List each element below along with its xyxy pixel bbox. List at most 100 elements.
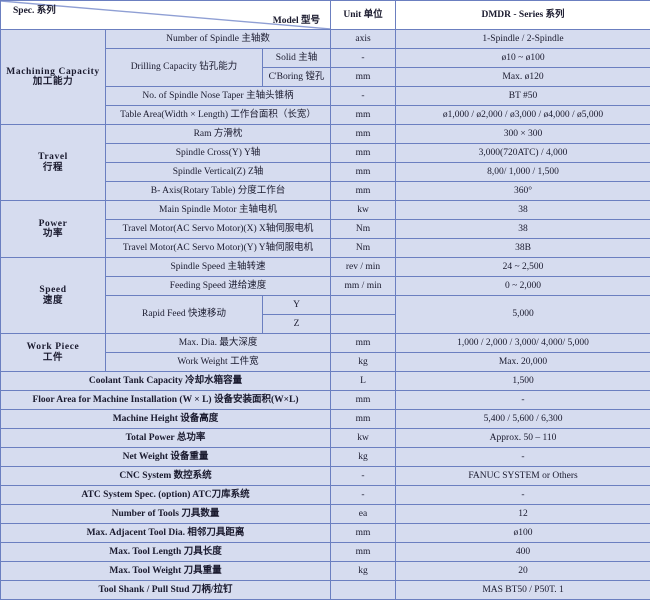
table-row: Tool Shank / Pull Stud 刀柄/拉钉 MAS BT50 / … xyxy=(1,581,650,600)
header-spec-model-cell: Spec. 系列 Model 型号 xyxy=(1,1,331,30)
row-item-label: Max. Tool Weight 刀具重量 xyxy=(1,562,331,581)
row-item-label: Machine Height 设备高度 xyxy=(1,410,331,429)
row-value: 360° xyxy=(396,182,650,201)
row-item-label: Number of Tools 刀具数量 xyxy=(1,505,331,524)
row-unit: mm / min xyxy=(331,277,396,296)
row-unit: kg xyxy=(331,353,396,372)
table-row: Number of Tools 刀具数量 ea 12 xyxy=(1,505,650,524)
row-unit: L xyxy=(331,372,396,391)
row-subitem-label: C'Boring 镗孔 xyxy=(263,68,331,87)
row-unit: mm xyxy=(331,106,396,125)
group-label-cn: 功率 xyxy=(1,229,105,239)
row-value: 1,500 xyxy=(396,372,650,391)
table-row: CNC System 数控系统 - FANUC SYSTEM or Others xyxy=(1,467,650,486)
row-unit: Nm xyxy=(331,239,396,258)
table-row: Max. Tool Length 刀具长度 mm 400 xyxy=(1,543,650,562)
table-row: Floor Area for Machine Installation (W ×… xyxy=(1,391,650,410)
table-row: Travel 行程 Ram 方滑枕 mm 300 × 300 xyxy=(1,125,650,144)
row-item-label: Total Power 总功率 xyxy=(1,429,331,448)
table-row: Machine Height 设备高度 mm 5,400 / 5,600 / 6… xyxy=(1,410,650,429)
row-value: Max. ø120 xyxy=(396,68,650,87)
header-series-label: DMDR - Series 系列 xyxy=(396,1,650,30)
row-value: ø10 ~ ø100 xyxy=(396,49,650,68)
row-value: 38 xyxy=(396,201,650,220)
row-value: Approx. 50 – 110 xyxy=(396,429,650,448)
row-item-label: Max. Adjacent Tool Dia. 相邻刀具距离 xyxy=(1,524,331,543)
table-row: Max. Adjacent Tool Dia. 相邻刀具距离 mm ø100 xyxy=(1,524,650,543)
table-row: ATC System Spec. (option) ATC刀库系统 - - xyxy=(1,486,650,505)
table-row: Max. Tool Weight 刀具重量 kg 20 xyxy=(1,562,650,581)
row-unit: - xyxy=(331,486,396,505)
row-unit: axis xyxy=(331,30,396,49)
row-subitem-label: Solid 主轴 xyxy=(263,49,331,68)
row-value: 24 ~ 2,500 xyxy=(396,258,650,277)
row-item-label: Coolant Tank Capacity 冷却水箱容量 xyxy=(1,372,331,391)
row-unit: kg xyxy=(331,448,396,467)
row-item-label: B- Axis(Rotary Table) 分度工作台 xyxy=(106,182,331,201)
row-unit: - xyxy=(331,87,396,106)
row-unit: kg xyxy=(331,562,396,581)
row-unit: kw xyxy=(331,201,396,220)
row-unit: - xyxy=(331,467,396,486)
row-value: BT #50 xyxy=(396,87,650,106)
row-subitem-label-z-axis: Z xyxy=(263,315,331,334)
table-row: Net Weight 设备重量 kg - xyxy=(1,448,650,467)
row-unit: kw xyxy=(331,429,396,448)
row-unit: mm xyxy=(331,524,396,543)
group-label-en: Work Piece xyxy=(1,342,105,352)
row-item-label: CNC System 数控系统 xyxy=(1,467,331,486)
row-unit xyxy=(331,315,396,334)
row-value: Max. 20,000 xyxy=(396,353,650,372)
row-item-label: Number of Spindle 主轴数 xyxy=(106,30,331,49)
row-unit: mm xyxy=(331,410,396,429)
table-row: Coolant Tank Capacity 冷却水箱容量 L 1,500 xyxy=(1,372,650,391)
row-unit: mm xyxy=(331,391,396,410)
row-item-label: Rapid Feed 快速移动 xyxy=(106,296,263,334)
group-label-machining-capacity: Machining Capacity 加工能力 xyxy=(1,30,106,125)
group-label-cn: 行程 xyxy=(1,163,105,173)
group-label-work-piece: Work Piece 工件 xyxy=(1,334,106,372)
row-item-label: Travel Motor(AC Servo Motor)(X) X轴伺服电机 xyxy=(106,220,331,239)
row-unit: mm xyxy=(331,182,396,201)
group-label-cn: 加工能力 xyxy=(1,77,105,87)
row-item-label: Floor Area for Machine Installation (W ×… xyxy=(1,391,331,410)
group-label-cn: 速度 xyxy=(1,296,105,306)
row-value: - xyxy=(396,486,650,505)
row-value: 1,000 / 2,000 / 3,000/ 4,000/ 5,000 xyxy=(396,334,650,353)
row-value: ø1,000 / ø2,000 / ø3,000 / ø4,000 / ø5,0… xyxy=(396,106,650,125)
group-label-en: Power xyxy=(1,219,105,229)
row-item-label: Table Area(Width × Length) 工作台面积（长宽） xyxy=(106,106,331,125)
row-item-label: Travel Motor(AC Servo Motor)(Y) Y轴伺服电机 xyxy=(106,239,331,258)
group-label-speed: Speed 速度 xyxy=(1,258,106,334)
row-value: 20 xyxy=(396,562,650,581)
row-item-label: No. of Spindle Nose Taper 主轴头锥柄 xyxy=(106,87,331,106)
row-item-label: Max. Dia. 最大深度 xyxy=(106,334,331,353)
row-value: 1-Spindle / 2-Spindle xyxy=(396,30,650,49)
row-item-label: Spindle Cross(Y) Y轴 xyxy=(106,144,331,163)
row-value: 0 ~ 2,000 xyxy=(396,277,650,296)
group-label-power: Power 功率 xyxy=(1,201,106,258)
group-label-en: Travel xyxy=(1,152,105,162)
row-value: - xyxy=(396,391,650,410)
group-label-en: Machining Capacity xyxy=(1,67,105,77)
row-unit: mm xyxy=(331,125,396,144)
row-value: 38 xyxy=(396,220,650,239)
row-unit xyxy=(331,296,396,315)
row-value: 400 xyxy=(396,543,650,562)
table-row: Power 功率 Main Spindle Motor 主轴电机 kw 38 xyxy=(1,201,650,220)
group-label-en: Speed xyxy=(1,285,105,295)
row-item-label: Spindle Speed 主轴转速 xyxy=(106,258,331,277)
row-unit: mm xyxy=(331,68,396,87)
table-row: Speed 速度 Spindle Speed 主轴转速 rev / min 24… xyxy=(1,258,650,277)
group-label-travel: Travel 行程 xyxy=(1,125,106,201)
row-unit xyxy=(331,581,396,600)
row-item-label: Spindle Vertical(Z) Z轴 xyxy=(106,163,331,182)
row-unit: mm xyxy=(331,334,396,353)
row-value: - xyxy=(396,448,650,467)
table-header-row: Spec. 系列 Model 型号 Unit 单位 DMDR - Series … xyxy=(1,1,650,30)
row-item-label: Tool Shank / Pull Stud 刀柄/拉钉 xyxy=(1,581,331,600)
table-row: Machining Capacity 加工能力 Number of Spindl… xyxy=(1,30,650,49)
row-item-label: Main Spindle Motor 主轴电机 xyxy=(106,201,331,220)
row-subitem-label-y-axis: Y xyxy=(263,296,331,315)
row-unit: mm xyxy=(331,543,396,562)
